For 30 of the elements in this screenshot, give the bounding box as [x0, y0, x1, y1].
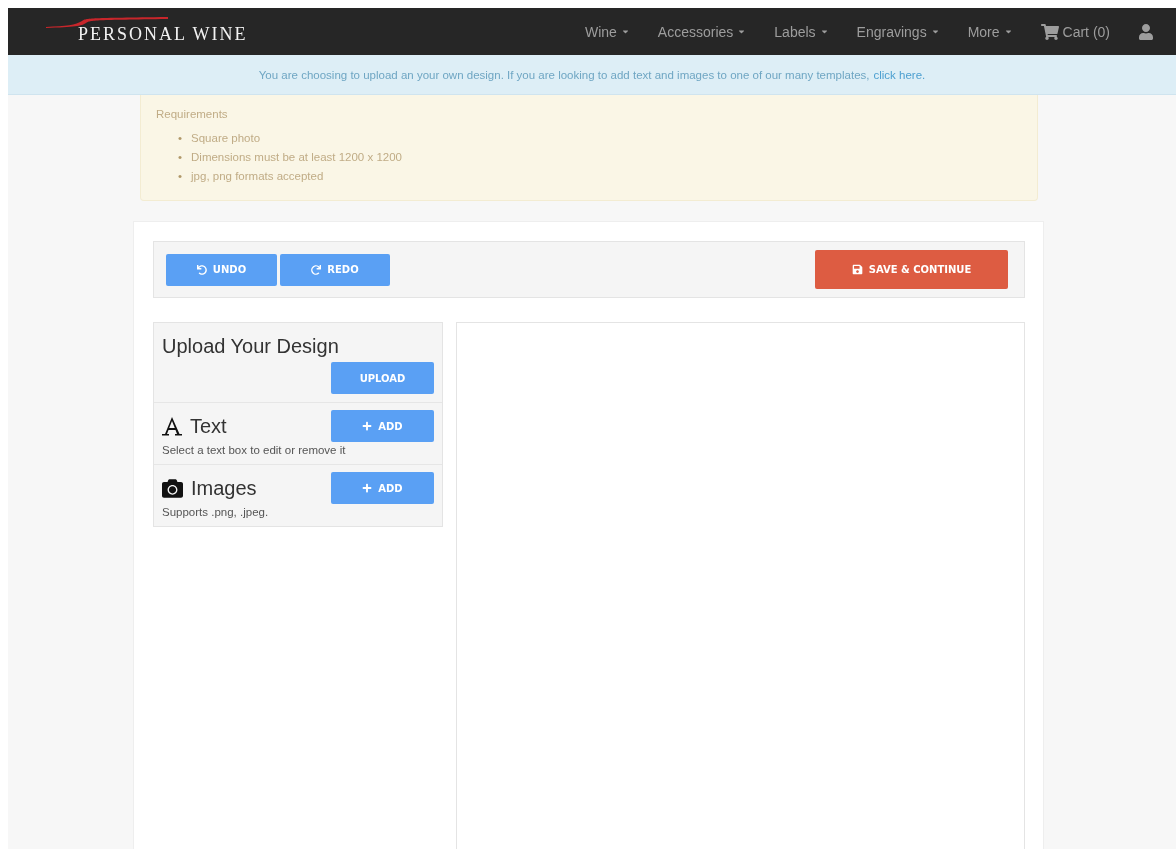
plus-icon: [362, 421, 373, 431]
section-title: Images: [191, 476, 257, 500]
bullet: •: [178, 169, 183, 184]
redo-icon: [311, 264, 322, 275]
camera-icon: [162, 477, 183, 499]
plus-icon: [362, 483, 373, 493]
requirement-item: Dimensions must be at least 1200 x 1200: [191, 150, 402, 165]
nav-menu-item[interactable]: Labels: [760, 23, 843, 40]
bullet: •: [178, 131, 183, 146]
nav-menu-item[interactable]: Accessories: [643, 23, 761, 40]
save-icon: [851, 264, 863, 275]
logo[interactable]: PERSONAL WINE: [46, 8, 248, 55]
letter-icon: [162, 416, 182, 436]
section-title: Text: [190, 414, 227, 438]
section-title: Upload Your Design: [162, 335, 340, 358]
requirement-item: Square photo: [191, 131, 261, 146]
section-description: Select a text box to edit or remove it: [162, 444, 347, 456]
nav-menu-item[interactable]: Wine: [570, 23, 644, 40]
section-description: Supports .png, .jpeg.: [162, 506, 270, 518]
bullet: •: [178, 150, 183, 165]
nav-menu-item[interactable]: Engravings: [842, 23, 954, 40]
cart-icon: [1040, 22, 1059, 41]
cart-link[interactable]: Cart (0): [1026, 22, 1124, 41]
notice-text: You are choosing to upload an your own design. If you are looking to add text and images to one of our many templates, click here.: [258, 68, 926, 81]
nav-menu-item[interactable]: More: [953, 23, 1027, 40]
requirements-title: Requirements: [156, 108, 229, 120]
user-icon: [1138, 23, 1154, 40]
undo-icon: [196, 264, 207, 275]
save-continue-button[interactable]: SAVE & CONTINUE: [815, 250, 1008, 289]
requirement-item: jpg, png formats accepted: [191, 169, 324, 184]
